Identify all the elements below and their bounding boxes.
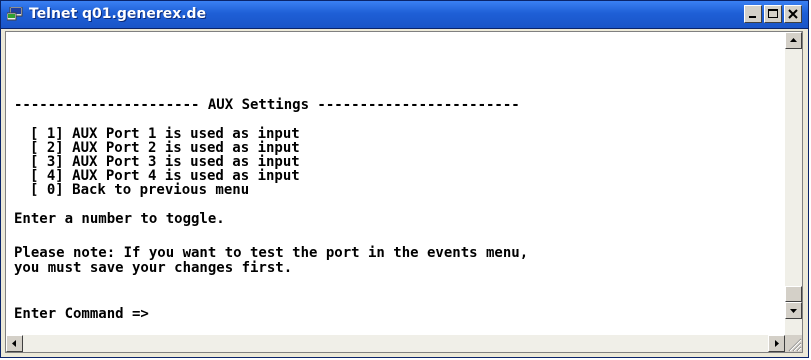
scroll-down-button[interactable] [785, 302, 802, 319]
maximize-button[interactable] [764, 5, 782, 23]
minimize-button[interactable] [744, 5, 762, 23]
menu-item: [ 0] Back to previous menu [30, 182, 250, 198]
command-prompt: Enter Command => [14, 306, 149, 322]
telnet-app-icon [7, 7, 23, 21]
scroll-up-button[interactable] [785, 32, 802, 49]
telnet-window: Telnet q01.generex.de ------------------… [0, 0, 809, 358]
arrow-down-icon [790, 309, 797, 313]
note-line: Please note: If you want to test the por… [14, 245, 529, 261]
resize-grip[interactable] [785, 335, 802, 352]
window-title: Telnet q01.generex.de [29, 6, 207, 22]
instruction-text: Enter a number to toggle. [14, 211, 225, 227]
arrow-up-icon [790, 38, 797, 42]
note-line: you must save your changes first. [14, 260, 293, 276]
minimize-icon [749, 16, 756, 18]
title-bar[interactable]: Telnet q01.generex.de [1, 1, 808, 29]
horizontal-scrollbar[interactable] [6, 335, 785, 352]
console-output: ---------------------- AUX Settings ----… [8, 36, 779, 334]
menu-item: [ 1] AUX Port 1 is used as input [30, 126, 300, 142]
scroll-right-button[interactable] [768, 335, 785, 352]
vertical-scrollbar[interactable] [785, 32, 802, 336]
arrow-right-icon [775, 340, 779, 347]
console-area[interactable]: ---------------------- AUX Settings ----… [5, 31, 803, 353]
menu-item: [ 3] AUX Port 3 is used as input [30, 154, 300, 170]
close-icon [788, 9, 798, 19]
close-button[interactable] [784, 5, 802, 23]
vertical-scroll-thumb[interactable] [785, 286, 802, 302]
maximize-icon [768, 9, 778, 18]
scroll-left-button[interactable] [6, 335, 23, 352]
arrow-left-icon [12, 340, 16, 347]
menu-item: [ 4] AUX Port 4 is used as input [30, 168, 300, 184]
resize-grip-icon [788, 338, 802, 352]
menu-item: [ 2] AUX Port 2 is used as input [30, 140, 300, 156]
section-header: ---------------------- AUX Settings ----… [14, 97, 520, 113]
